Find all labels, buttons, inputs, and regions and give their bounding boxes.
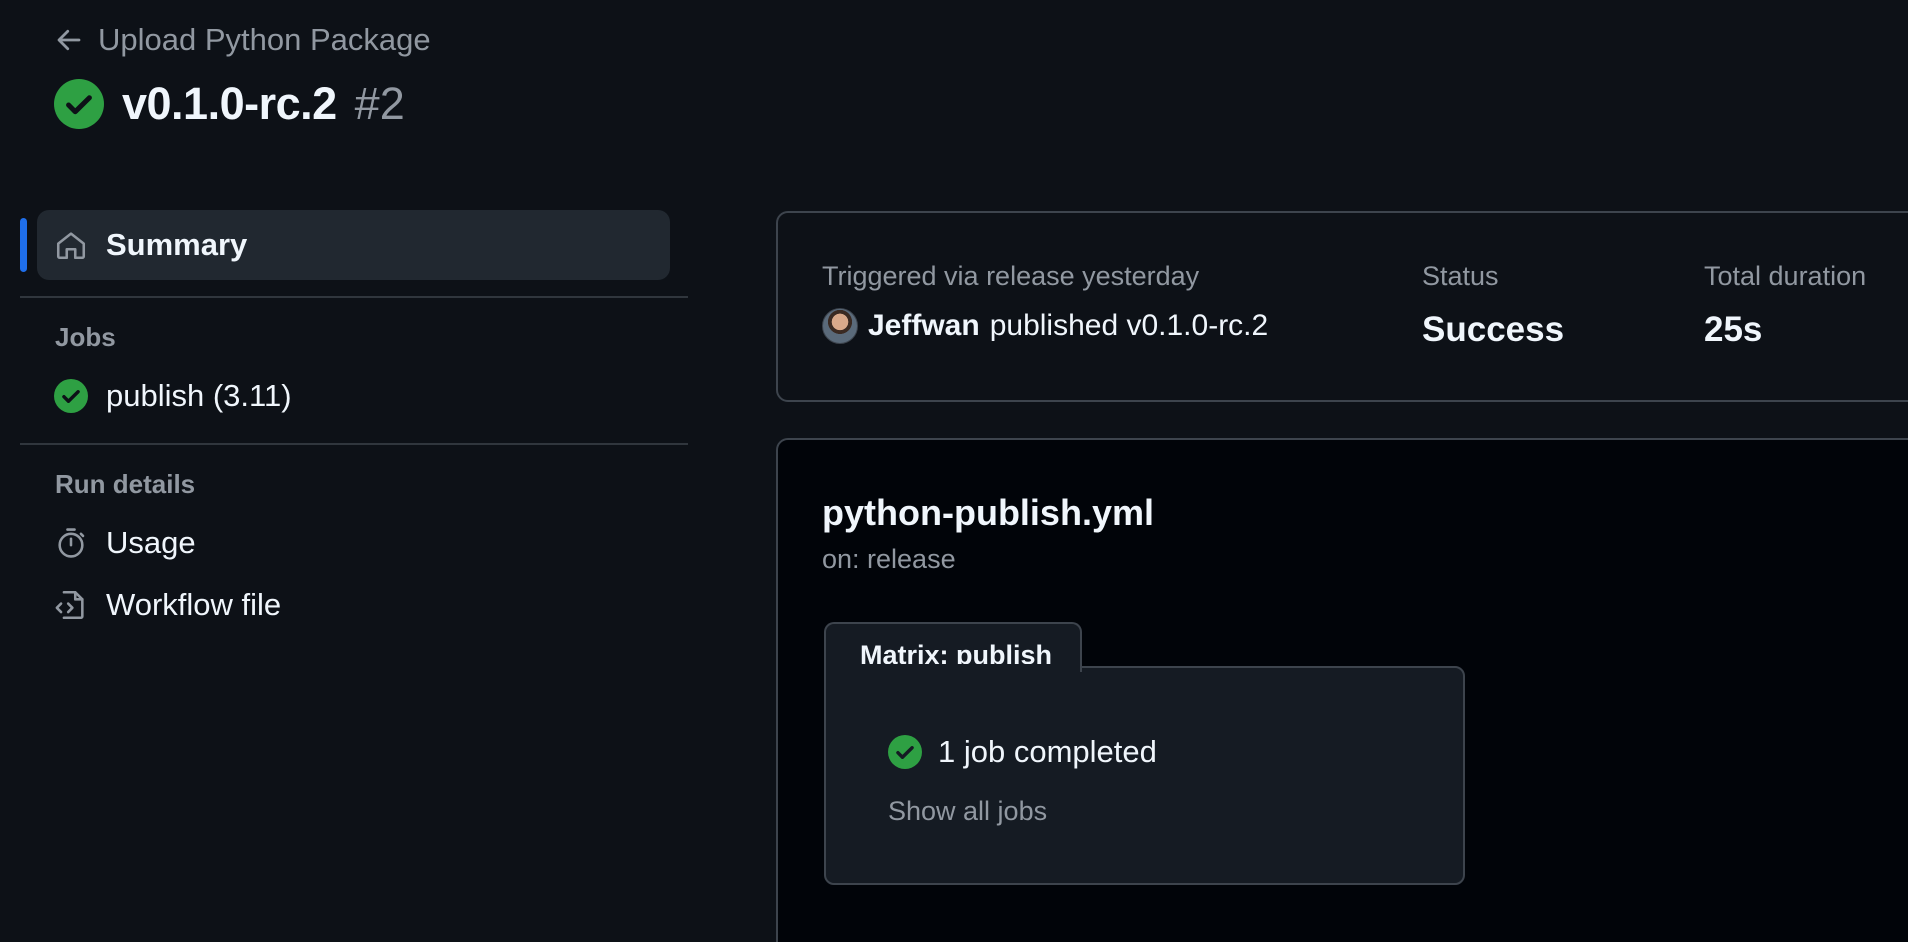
matrix-tab-cover	[826, 664, 1080, 670]
job-label: publish (3.11)	[106, 378, 292, 413]
check-circle-icon	[888, 735, 922, 769]
workflow-graph-card: python-publish.yml on: release Matrix: p…	[776, 438, 1908, 942]
jobs-completed: 1 job completed	[888, 734, 1157, 770]
run-number: #2	[354, 78, 405, 129]
check-circle-icon	[54, 79, 104, 129]
trigger-info: Triggered via release yesterday Jeffwan …	[822, 261, 1268, 344]
usage-label: Usage	[106, 525, 196, 560]
sidebar-divider	[20, 443, 688, 445]
duration-value: 25s	[1704, 310, 1763, 349]
run-title: v0.1.0-rc.2 #2	[54, 78, 405, 130]
workflow-file-name[interactable]: python-publish.yml	[822, 492, 1154, 534]
workflow-file-label: Workflow file	[106, 587, 282, 622]
run-name: v0.1.0-rc.2	[122, 78, 337, 129]
file-code-icon	[55, 590, 84, 620]
workflow-trigger: on: release	[822, 544, 956, 574]
sidebar-item-summary[interactable]: Summary	[20, 210, 670, 280]
sidebar-item-label: Summary	[106, 227, 248, 262]
trigger-detail: Jeffwan published v0.1.0-rc.2	[822, 308, 1268, 344]
actor-link[interactable]: Jeffwan	[868, 309, 980, 343]
duration-label: Total duration	[1704, 261, 1867, 291]
show-all-jobs-link[interactable]: Show all jobs	[888, 796, 1047, 827]
status-label: Status	[1422, 261, 1499, 291]
home-icon	[56, 232, 86, 260]
arrow-left-icon	[57, 29, 81, 51]
back-link-label[interactable]: Upload Python Package	[98, 22, 431, 58]
run-sidebar: Summary Jobs publish (3.11) Run details …	[20, 210, 688, 636]
trigger-action: published v0.1.0-rc.2	[989, 309, 1269, 342]
jobs-completed-label: 1 job completed	[938, 734, 1157, 769]
duration-info: Total duration 25s	[1704, 261, 1866, 350]
trigger-label: Triggered via release yesterday	[822, 261, 1200, 291]
workflow-run-page: Upload Python Package v0.1.0-rc.2 #2 Sum…	[0, 0, 1908, 942]
stopwatch-icon	[58, 528, 85, 558]
sidebar-divider	[20, 296, 688, 298]
status-info: Status Success	[1422, 261, 1564, 350]
active-indicator	[20, 218, 27, 272]
check-circle-icon	[54, 379, 88, 413]
matrix-job-group[interactable]: 1 job completed Show all jobs	[824, 666, 1465, 885]
run-summary-card: Triggered via release yesterday Jeffwan …	[776, 211, 1908, 402]
run-details-heading: Run details	[55, 469, 196, 499]
back-to-workflow-link[interactable]: Upload Python Package	[54, 22, 431, 58]
sidebar-item-job-publish[interactable]: publish (3.11)	[20, 365, 688, 427]
status-value: Success	[1422, 310, 1565, 349]
avatar[interactable]	[822, 308, 858, 344]
sidebar-item-workflow-file[interactable]: Workflow file	[20, 574, 688, 636]
jobs-heading: Jobs	[55, 322, 116, 352]
sidebar-item-usage[interactable]: Usage	[20, 512, 688, 574]
